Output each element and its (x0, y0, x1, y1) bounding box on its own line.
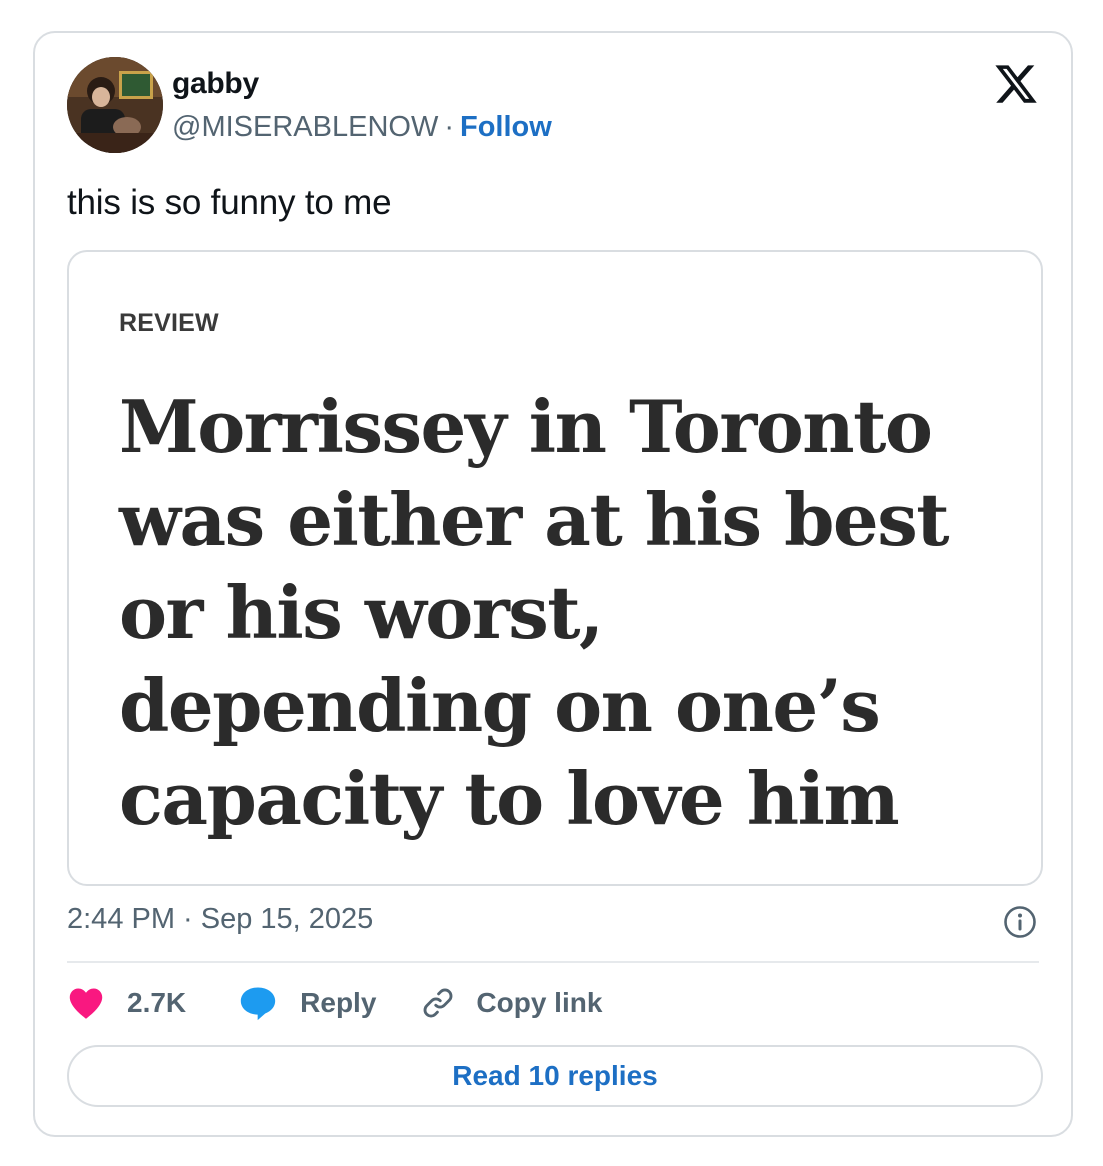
handle-row: @MISERABLENOW · Follow (172, 111, 552, 144)
action-bar: 2.7K Reply Copy link (67, 983, 602, 1023)
like-button[interactable]: 2.7K (67, 986, 186, 1020)
copy-link-button[interactable]: Copy link (420, 985, 602, 1021)
read-replies-button[interactable]: Read 10 replies (67, 1045, 1043, 1107)
heart-icon (69, 988, 103, 1019)
avatar[interactable] (67, 57, 163, 153)
speech-bubble-icon (240, 987, 276, 1021)
follow-button[interactable]: Follow (460, 111, 552, 143)
separator-dot: · (444, 111, 454, 143)
copy-link-label: Copy link (476, 987, 603, 1018)
article-media-card[interactable]: REVIEW Morrissey in Toronto was either a… (67, 250, 1043, 886)
tweet-card: gabby @MISERABLENOW · Follow this is so fu… (33, 31, 1073, 1137)
tweet-timestamp[interactable]: 2:44 PM · Sep 15, 2025 (67, 903, 373, 936)
info-icon[interactable] (1003, 905, 1037, 939)
article-headline: Morrissey in Toronto was either at his b… (119, 384, 950, 841)
reply-button[interactable]: Reply (238, 985, 376, 1021)
reply-label: Reply (300, 987, 377, 1018)
tweet-text: this is so funny to me (67, 183, 392, 222)
x-logo-icon[interactable] (993, 61, 1039, 107)
user-handle[interactable]: @MISERABLENOW (172, 111, 438, 143)
like-count: 2.7K (127, 987, 187, 1018)
link-icon (424, 988, 453, 1018)
divider (67, 961, 1039, 963)
section-label: REVIEW (119, 309, 219, 337)
display-name[interactable]: gabby (172, 67, 259, 101)
